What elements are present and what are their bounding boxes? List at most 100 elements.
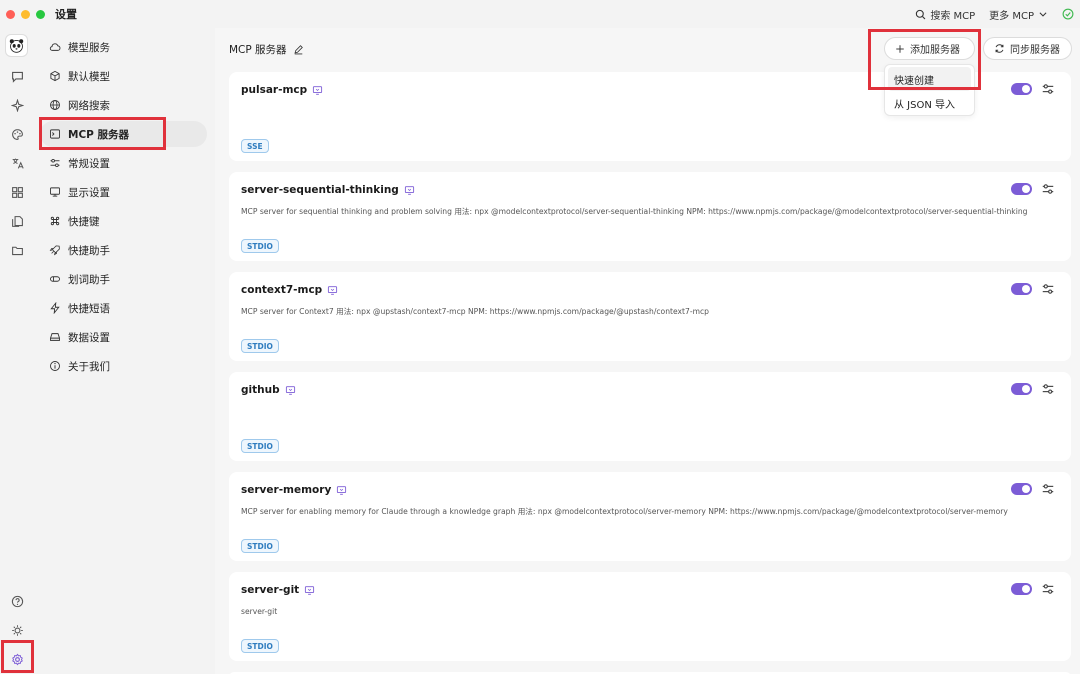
theme-sun-icon[interactable] xyxy=(6,619,28,641)
sliders-icon xyxy=(50,158,60,168)
sidebar-item-quick-assistant[interactable]: 快捷助手 xyxy=(40,237,207,263)
zap-icon xyxy=(50,302,60,314)
translate-icon[interactable] xyxy=(6,152,28,174)
page-title-text: MCP 服务器 xyxy=(229,44,287,56)
cube-icon xyxy=(50,70,60,82)
settings-sliders-icon[interactable] xyxy=(1041,282,1055,296)
close-window-button[interactable] xyxy=(6,9,15,19)
sidebar-item-label: 快捷助手 xyxy=(68,244,110,257)
sidebar-item-mcp-servers[interactable]: MCP 服务器 xyxy=(40,121,207,147)
settings-sliders-icon[interactable] xyxy=(1041,82,1055,96)
icon-rail xyxy=(0,28,34,674)
title-bar: 设置 搜索 MCP 更多 MCP xyxy=(0,0,1080,28)
server-name: pulsar-mcp xyxy=(241,84,323,96)
server-enable-toggle[interactable] xyxy=(1011,83,1032,95)
desktop-icon xyxy=(305,585,315,595)
server-card-server-git[interactable]: server-git server-git STDIO xyxy=(229,572,1071,661)
sidebar-item-label: 网络搜索 xyxy=(68,99,110,112)
chat-icon[interactable] xyxy=(6,65,28,87)
menu-item-import-json[interactable]: 从 JSON 导入 xyxy=(885,91,974,115)
help-icon[interactable] xyxy=(6,590,28,612)
command-icon xyxy=(50,216,60,226)
more-mcp-label: 更多 MCP xyxy=(989,10,1034,22)
sidebar-item-model-service[interactable]: 模型服务 xyxy=(40,34,207,60)
server-description: server-git xyxy=(241,607,278,616)
server-enable-toggle[interactable] xyxy=(1011,383,1032,395)
apps-grid-icon[interactable] xyxy=(6,181,28,203)
highlighter-icon xyxy=(50,276,60,282)
settings-sliders-icon[interactable] xyxy=(1041,382,1055,396)
maximize-window-button[interactable] xyxy=(36,9,45,19)
transport-badge: STDIO xyxy=(241,339,279,353)
sidebar-item-quick-phrases[interactable]: 快捷短语 xyxy=(40,295,207,321)
server-description: MCP server for Context7 用法: npx @upstash… xyxy=(241,307,709,316)
sidebar-item-data-settings[interactable]: 数据设置 xyxy=(40,324,207,350)
server-name-text: github xyxy=(241,384,280,396)
server-card-server-memory[interactable]: server-memory MCP server for enabling me… xyxy=(229,472,1071,561)
desktop-icon xyxy=(404,185,414,195)
menu-item-quick-create[interactable]: 快速创建 xyxy=(888,67,971,91)
server-name: context7-mcp xyxy=(241,284,338,296)
minimize-window-button[interactable] xyxy=(21,9,30,19)
transport-badge: STDIO xyxy=(241,639,279,653)
settings-sliders-icon[interactable] xyxy=(1041,582,1055,596)
main-panel: MCP 服务器 添加服务器 同步服务器 pulsar-mcp SSE serve… xyxy=(215,28,1080,674)
sidebar-item-about[interactable]: 关于我们 xyxy=(40,353,207,379)
sidebar-item-general-settings[interactable]: 常规设置 xyxy=(40,150,207,176)
sidebar-item-label: 数据设置 xyxy=(68,331,110,344)
sidebar-item-label: 模型服务 xyxy=(68,41,110,54)
server-name: server-memory xyxy=(241,484,347,496)
server-enable-toggle[interactable] xyxy=(1011,183,1032,195)
search-mcp-link[interactable]: 搜索 MCP xyxy=(915,7,975,22)
drive-icon xyxy=(50,333,60,341)
sync-server-label: 同步服务器 xyxy=(1010,45,1060,56)
transport-badge: SSE xyxy=(241,139,269,153)
sync-server-button[interactable]: 同步服务器 xyxy=(983,37,1072,60)
sidebar-item-selection-assistant[interactable]: 划词助手 xyxy=(40,266,207,292)
plus-icon xyxy=(896,44,904,53)
monitor-icon xyxy=(50,187,60,197)
transport-badge: STDIO xyxy=(241,239,279,253)
check-circle-icon xyxy=(1062,8,1074,20)
settings-sliders-icon[interactable] xyxy=(1041,482,1055,496)
sidebar-item-label: 常规设置 xyxy=(68,157,110,170)
server-card-context7-mcp[interactable]: context7-mcp MCP server for Context7 用法:… xyxy=(229,272,1071,361)
add-server-dropdown: 快速创建 从 JSON 导入 xyxy=(884,64,975,116)
sidebar-item-label: 默认模型 xyxy=(68,70,110,83)
server-enable-toggle[interactable] xyxy=(1011,583,1032,595)
sidebar-item-shortcuts[interactable]: 快捷键 xyxy=(40,208,207,234)
add-server-button[interactable]: 添加服务器 xyxy=(884,37,975,60)
sidebar-item-label: 快捷短语 xyxy=(68,302,110,315)
server-card-sequential-thinking[interactable]: server-sequential-thinking MCP server fo… xyxy=(229,172,1071,261)
avatar[interactable] xyxy=(5,34,28,57)
server-enable-toggle[interactable] xyxy=(1011,283,1032,295)
settings-sliders-icon[interactable] xyxy=(1041,182,1055,196)
palette-icon[interactable] xyxy=(6,123,28,145)
folder-icon[interactable] xyxy=(6,239,28,261)
desktop-icon xyxy=(313,85,323,95)
search-icon xyxy=(916,9,926,19)
refresh-icon xyxy=(995,44,1004,53)
sidebar-item-default-model[interactable]: 默认模型 xyxy=(40,63,207,89)
server-name: github xyxy=(241,384,296,396)
sidebar-item-web-search[interactable]: 网络搜索 xyxy=(40,92,207,118)
sidebar-item-display-settings[interactable]: 显示设置 xyxy=(40,179,207,205)
settings-gear-icon[interactable] xyxy=(6,648,28,670)
server-name: server-sequential-thinking xyxy=(241,184,415,196)
sidebar-item-label: 划词助手 xyxy=(68,273,110,286)
panda-logo-icon xyxy=(9,39,24,53)
sidebar-item-label: 快捷键 xyxy=(68,215,100,228)
settings-sidebar: 模型服务 默认模型 网络搜索 MCP 服务器 常规设置 显示设置 快捷键 快捷助… xyxy=(34,28,215,674)
window-controls xyxy=(6,9,45,19)
server-description: MCP server for sequential thinking and p… xyxy=(241,207,1028,216)
more-mcp-dropdown[interactable]: 更多 MCP xyxy=(989,7,1048,22)
sparkle-icon[interactable] xyxy=(6,94,28,116)
server-name-text: pulsar-mcp xyxy=(241,84,308,96)
desktop-icon xyxy=(328,285,338,295)
files-icon[interactable] xyxy=(6,210,28,232)
edit-pencil-icon[interactable] xyxy=(293,44,304,55)
server-card-github[interactable]: github STDIO xyxy=(229,372,1071,461)
server-name-text: context7-mcp xyxy=(241,284,323,296)
desktop-icon xyxy=(337,485,347,495)
server-enable-toggle[interactable] xyxy=(1011,483,1032,495)
